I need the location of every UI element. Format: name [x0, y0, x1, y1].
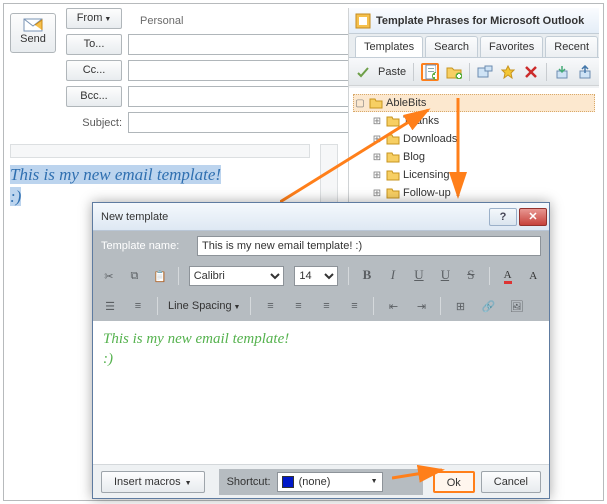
font-select[interactable]: Calibri: [189, 266, 285, 286]
template-editor[interactable]: This is my new email template! :): [93, 321, 549, 481]
cancel-button[interactable]: Cancel: [481, 471, 541, 493]
horizontal-ruler: [10, 144, 310, 158]
edit-button[interactable]: [477, 63, 493, 81]
bcc-button[interactable]: Bcc...: [66, 86, 122, 107]
tree-root[interactable]: ▢ AbleBits: [353, 94, 595, 112]
template-name-row: Template name:: [93, 231, 549, 261]
send-button[interactable]: Send: [10, 13, 56, 53]
to-button[interactable]: To...: [66, 34, 122, 55]
expand-icon[interactable]: ⊞: [371, 188, 383, 199]
outdent-button[interactable]: ⇤: [384, 297, 402, 315]
to-input[interactable]: [128, 34, 350, 55]
collapse-icon[interactable]: ▢: [354, 98, 366, 109]
format-toolbar-row1: ✂ ⧉ 📋 Calibri 14 B I U U S A A: [93, 261, 549, 291]
insert-link-button[interactable]: 🔗: [479, 297, 497, 315]
folder-icon: [386, 115, 400, 127]
insert-table-button[interactable]: ⊞: [451, 297, 469, 315]
line-spacing-button[interactable]: Line Spacing ▼: [168, 300, 240, 312]
folder-open-icon: [369, 97, 383, 109]
shortcut-color-swatch: [282, 476, 294, 488]
paste-check-icon[interactable]: [355, 63, 371, 81]
insert-macros-button[interactable]: Insert macros▼: [101, 471, 205, 493]
cc-button[interactable]: Cc...: [66, 60, 122, 81]
indent-button[interactable]: ⇥: [412, 297, 430, 315]
shortcut-label: Shortcut:: [227, 476, 271, 488]
help-button[interactable]: ?: [489, 208, 517, 226]
panel-logo-icon: [355, 13, 371, 29]
compose-header: Send Personal From▼ To... Cc... Bcc... S…: [10, 7, 350, 137]
format-toolbar-row2: ☰ ≡ Line Spacing ▼ ≡ ≡ ≡ ≡ ⇤ ⇥ ⊞ 🔗 🖼: [93, 291, 549, 321]
panel-tabs: Templates Search Favorites Recent: [349, 34, 599, 58]
folder-icon: [386, 151, 400, 163]
favorite-button[interactable]: [500, 63, 516, 81]
shortcut-bar: Shortcut: (none) ▼: [219, 469, 423, 495]
ok-button[interactable]: Ok: [433, 471, 475, 493]
cc-input[interactable]: [128, 60, 350, 81]
template-name-input[interactable]: [197, 236, 541, 256]
selected-text-line2: :): [10, 187, 21, 206]
strike-button[interactable]: S: [463, 267, 479, 285]
align-justify-button[interactable]: ≡: [345, 297, 363, 315]
dialog-title: New template: [101, 211, 487, 223]
size-select[interactable]: 14: [294, 266, 338, 286]
double-underline-button[interactable]: U: [437, 267, 453, 285]
dialog-titlebar[interactable]: New template ? ✕: [93, 203, 549, 231]
subject-input[interactable]: [128, 112, 350, 133]
from-button[interactable]: From▼: [66, 8, 122, 29]
expand-icon[interactable]: ⊞: [371, 134, 383, 145]
paste-label[interactable]: Paste: [378, 66, 406, 78]
panel-toolbar: Paste: [349, 58, 599, 86]
bullets-button[interactable]: ☰: [101, 297, 119, 315]
panel-title: Template Phrases for Microsoft Outlook: [349, 8, 599, 34]
close-button[interactable]: ✕: [519, 208, 547, 226]
tab-templates[interactable]: Templates: [355, 36, 423, 57]
expand-icon[interactable]: ⊞: [371, 116, 383, 127]
new-template-button[interactable]: [421, 63, 439, 81]
dialog-footer: Insert macros▼ Shortcut: (none) ▼ Ok Can…: [93, 464, 549, 498]
bcc-input[interactable]: [128, 86, 350, 107]
tab-search[interactable]: Search: [425, 36, 478, 57]
folder-icon: [386, 133, 400, 145]
tab-favorites[interactable]: Favorites: [480, 36, 543, 57]
tree-item-blog[interactable]: ⊞Blog: [353, 148, 595, 166]
account-label: Personal: [140, 15, 183, 27]
expand-icon[interactable]: ⊞: [371, 152, 383, 163]
tree-item-followup[interactable]: ⊞Follow-up: [353, 184, 595, 202]
selected-text-line1: This is my new email template!: [10, 165, 221, 184]
shortcut-select[interactable]: (none) ▼: [277, 472, 383, 492]
align-center-button[interactable]: ≡: [289, 297, 307, 315]
editor-line2: :): [103, 349, 539, 369]
app-frame: Send Personal From▼ To... Cc... Bcc... S…: [3, 3, 604, 501]
template-name-label: Template name:: [101, 240, 191, 252]
import-button[interactable]: [554, 63, 570, 81]
delete-button[interactable]: [523, 63, 539, 81]
folder-icon: [386, 169, 400, 181]
font-color-button[interactable]: A: [500, 267, 516, 285]
tree-item-licensing[interactable]: ⊞Licensing: [353, 166, 595, 184]
highlight-button[interactable]: A: [525, 267, 541, 285]
folder-icon: [386, 187, 400, 199]
expand-icon[interactable]: ⊞: [371, 170, 383, 181]
align-right-button[interactable]: ≡: [317, 297, 335, 315]
new-template-dialog: New template ? ✕ Template name: ✂ ⧉ 📋 Ca…: [92, 202, 550, 499]
tree-item-thanks[interactable]: ⊞Thanks: [353, 112, 595, 130]
subject-label: Subject:: [66, 117, 122, 129]
tree-item-downloads[interactable]: ⊞Downloads: [353, 130, 595, 148]
send-label: Send: [20, 33, 46, 45]
paste-icon[interactable]: 📋: [152, 267, 168, 285]
editor-line1: This is my new email template!: [103, 329, 539, 349]
export-button[interactable]: [577, 63, 593, 81]
new-folder-button[interactable]: [446, 63, 462, 81]
numbering-button[interactable]: ≡: [129, 297, 147, 315]
cut-icon[interactable]: ✂: [101, 267, 117, 285]
underline-button[interactable]: U: [411, 267, 427, 285]
italic-button[interactable]: I: [385, 267, 401, 285]
tab-recent[interactable]: Recent: [545, 36, 598, 57]
mail-send-icon: [23, 18, 43, 32]
align-left-button[interactable]: ≡: [261, 297, 279, 315]
copy-icon[interactable]: ⧉: [127, 267, 143, 285]
insert-image-button[interactable]: 🖼: [507, 297, 525, 315]
bold-button[interactable]: B: [359, 267, 375, 285]
